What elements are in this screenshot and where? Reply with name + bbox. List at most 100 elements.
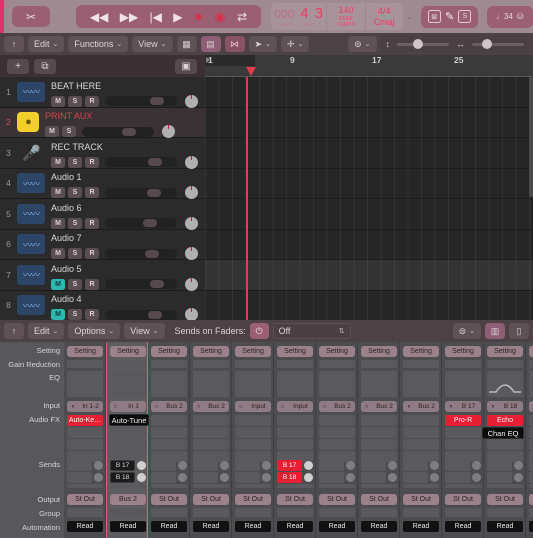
output-selector[interactable]: St Out [487,494,523,505]
group-selector[interactable] [110,508,146,517]
lcd-signature-key[interactable]: 4/4 Cmaj [366,3,403,30]
output-selector[interactable]: St Out [361,494,397,505]
send-level-knob[interactable] [262,473,271,482]
play-button[interactable]: ▶ [173,11,182,23]
input-selector[interactable]: ○ Input [235,401,271,412]
pointer-tool[interactable]: ➤ ⌄ [248,36,277,52]
setting-button[interactable]: Setting [319,346,355,357]
filter-icon[interactable]: ⊜ ⌄ [452,323,481,339]
audio-fx-slot[interactable] [151,427,187,438]
playhead-handle[interactable] [246,67,256,76]
send-extra-slot[interactable] [277,484,313,488]
up-arrow-icon[interactable]: ↑ [4,36,24,52]
send-slot[interactable] [487,472,512,483]
cycle-button[interactable]: ⇄ [237,11,247,23]
send-extra-slot[interactable] [319,484,355,488]
track-row[interactable]: 8 〰〰 Audio 4 MSR [0,290,205,322]
audio-fx-slot[interactable] [487,439,523,450]
input-selector[interactable]: ○ Bus 2 [361,401,397,412]
track-row[interactable]: 7 〰〰 Audio 5 MSR [0,260,205,291]
audio-fx-slot[interactable] [445,427,481,438]
send-extra-slot[interactable] [445,484,481,488]
group-selector[interactable] [403,508,439,517]
zoom-horizontal-knob[interactable] [482,39,492,49]
send-slot[interactable] [445,460,470,471]
track-name[interactable]: Audio 5 [51,264,82,274]
track-lane[interactable] [205,138,533,169]
mixer-menu-options[interactable]: Options ⌄ [68,323,121,339]
send-level-knob[interactable] [304,473,313,482]
eq-thumbnail[interactable] [361,371,397,397]
track-volume-slider[interactable] [105,187,177,198]
send-level-knob[interactable] [430,461,439,470]
send-slot[interactable] [67,460,92,471]
audio-fx-slot[interactable] [193,439,229,450]
output-selector[interactable]: St Out [277,494,313,505]
input-selector[interactable]: ◑ B 17 [445,401,481,412]
send-level-knob[interactable] [178,473,187,482]
track-m-button[interactable]: M [51,278,65,290]
send-level-knob[interactable] [514,473,523,482]
send-slot[interactable]: B 17 [110,460,135,471]
track-s-button[interactable]: S [68,278,82,290]
track-s-button[interactable]: S [68,309,82,321]
setting-button[interactable]: Setting [487,346,523,357]
track-volume-slider[interactable] [105,157,177,168]
send-level-knob[interactable] [514,461,523,470]
group-selector[interactable] [487,508,523,517]
send-slot[interactable] [529,460,533,471]
send-level-knob[interactable] [137,461,146,470]
volume-knob[interactable] [121,127,136,136]
track-name[interactable]: BEAT HERE [51,81,101,91]
audio-fx-slot[interactable] [361,427,397,438]
volume-knob[interactable] [149,97,164,106]
output-selector[interactable]: St Out [235,494,271,505]
strip-3[interactable]: Setting ○ Bus 2 St Out Read [148,342,190,538]
send-extra-slot[interactable] [193,484,229,488]
track-r-button[interactable]: R [85,95,99,107]
input-selector[interactable]: ○ Input [277,401,313,412]
lcd-position[interactable]: 000 4 3 BAR BEAT [271,3,328,30]
automation-mode-button[interactable]: Read [403,521,439,532]
automation-mode-button[interactable]: Read [319,521,355,532]
mixer-menu-edit[interactable]: Edit ⌄ [28,323,65,339]
send-slot[interactable] [235,460,260,471]
group-selector[interactable] [67,508,103,517]
ruler[interactable]: 1 9 17 25 [205,55,533,77]
go-to-start-button[interactable]: |◀ [150,11,162,23]
audio-fx-slot[interactable] [110,439,146,450]
setting-button[interactable]: Setting [67,346,103,357]
move-tool[interactable]: ✛ ⌄ [280,36,310,52]
track-r-button[interactable]: R [85,156,99,168]
send-level-knob[interactable] [94,473,103,482]
track-lane[interactable] [205,107,533,138]
strip-6[interactable]: Setting ○ Input B 17 B 18 St Out Read [274,342,316,538]
track-r-button[interactable]: R [85,309,99,321]
eq-thumbnail[interactable] [193,371,229,397]
eq-thumbnail[interactable] [67,371,103,397]
audio-fx-slot[interactable] [529,427,533,438]
rewind-button[interactable]: ◀◀ [90,11,108,23]
audio-fx-slot[interactable] [529,415,533,426]
eq-thumbnail[interactable] [529,371,533,397]
track-lane[interactable] [205,260,533,291]
send-level-knob[interactable] [346,461,355,470]
track-volume-slider[interactable] [105,309,177,320]
output-selector[interactable]: St Out [67,494,103,505]
input-selector[interactable]: ○ Bus 2 [151,401,187,412]
waveform-icon[interactable]: 〰〰 [17,81,45,102]
track-r-button[interactable]: R [85,217,99,229]
send-level-knob[interactable] [304,461,313,470]
audio-fx-slot[interactable] [235,427,271,438]
send-slot[interactable] [319,460,344,471]
audio-fx-slot[interactable] [67,439,103,450]
output-selector[interactable]: St Out [151,494,187,505]
track-lane[interactable] [205,290,533,321]
group-selector[interactable] [151,508,187,517]
audio-fx-slot[interactable] [235,415,271,426]
automation-mode-button[interactable]: Read [487,521,523,532]
audio-fx-slot[interactable] [529,439,533,450]
list-view-icon[interactable]: ▤ [200,36,221,52]
audio-fx-slot[interactable] [277,439,313,450]
track-name[interactable]: Audio 4 [51,294,82,304]
